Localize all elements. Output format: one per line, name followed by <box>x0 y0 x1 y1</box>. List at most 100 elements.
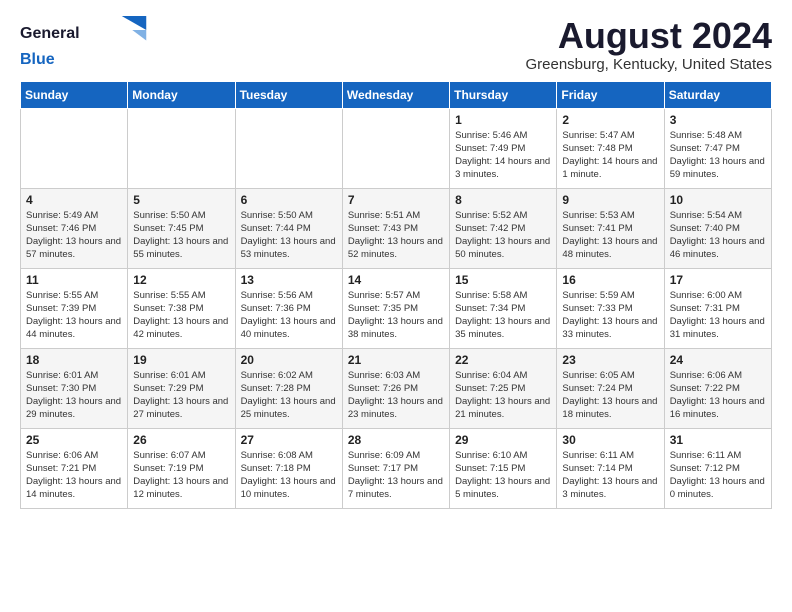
weekday-header-wednesday: Wednesday <box>342 81 449 108</box>
calendar-cell: 30 Sunrise: 6:11 AM Sunset: 7:14 PM Dayli… <box>557 428 664 508</box>
day-content: Sunrise: 6:06 AM Sunset: 7:21 PM Dayligh… <box>26 449 122 502</box>
day-content: Sunrise: 5:50 AM Sunset: 7:44 PM Dayligh… <box>241 209 337 262</box>
day-number: 22 <box>455 353 551 367</box>
calendar-table: SundayMondayTuesdayWednesdayThursdayFrid… <box>20 81 772 509</box>
calendar-cell: 9 Sunrise: 5:53 AM Sunset: 7:41 PM Daylig… <box>557 188 664 268</box>
day-number: 30 <box>562 433 658 447</box>
day-content: Sunrise: 6:01 AM Sunset: 7:30 PM Dayligh… <box>26 369 122 422</box>
calendar-cell: 1Sunrise: 5:46 AM Sunset: 7:49 PM Daylig… <box>450 108 557 188</box>
day-content: Sunrise: 5:47 AM Sunset: 7:48 PM Dayligh… <box>562 129 658 182</box>
logo-triangle-icon <box>82 16 172 51</box>
day-number: 26 <box>133 433 229 447</box>
calendar-cell: 11 Sunrise: 5:55 AM Sunset: 7:39 PM Dayli… <box>21 268 128 348</box>
day-content: Sunrise: 5:46 AM Sunset: 7:49 PM Dayligh… <box>455 129 551 182</box>
calendar-header: SundayMondayTuesdayWednesdayThursdayFrid… <box>21 81 772 108</box>
calendar-cell: 16 Sunrise: 5:59 AM Sunset: 7:33 PM Dayli… <box>557 268 664 348</box>
weekday-header-monday: Monday <box>128 81 235 108</box>
day-number: 25 <box>26 433 122 447</box>
calendar-cell: 18 Sunrise: 6:01 AM Sunset: 7:30 PM Dayli… <box>21 348 128 428</box>
day-number: 19 <box>133 353 229 367</box>
day-content: Sunrise: 5:57 AM Sunset: 7:35 PM Dayligh… <box>348 289 444 342</box>
calendar-cell: 12 Sunrise: 5:55 AM Sunset: 7:38 PM Dayli… <box>128 268 235 348</box>
day-content: Sunrise: 5:55 AM Sunset: 7:38 PM Dayligh… <box>133 289 229 342</box>
day-number: 21 <box>348 353 444 367</box>
day-content: Sunrise: 6:09 AM Sunset: 7:17 PM Dayligh… <box>348 449 444 502</box>
logo: General Blue <box>20 16 172 69</box>
weekday-header-sunday: Sunday <box>21 81 128 108</box>
calendar-cell: 29Sunrise: 6:10 AM Sunset: 7:15 PM Dayli… <box>450 428 557 508</box>
weekday-header-saturday: Saturday <box>664 81 771 108</box>
calendar-cell: 10 Sunrise: 5:54 AM Sunset: 7:40 PM Dayli… <box>664 188 771 268</box>
day-content: Sunrise: 6:00 AM Sunset: 7:31 PM Dayligh… <box>670 289 766 342</box>
calendar-week-row: 25 Sunrise: 6:06 AM Sunset: 7:21 PM Dayli… <box>21 428 772 508</box>
day-number: 28 <box>348 433 444 447</box>
day-content: Sunrise: 6:11 AM Sunset: 7:14 PM Dayligh… <box>562 449 658 502</box>
day-content: Sunrise: 6:06 AM Sunset: 7:22 PM Dayligh… <box>670 369 766 422</box>
day-number: 24 <box>670 353 766 367</box>
calendar-cell: 20Sunrise: 6:02 AM Sunset: 7:28 PM Dayli… <box>235 348 342 428</box>
header: General Blue August 2024 Greensburg, Ken… <box>20 16 772 73</box>
calendar-cell: 31Sunrise: 6:11 AM Sunset: 7:12 PM Dayli… <box>664 428 771 508</box>
day-number: 23 <box>562 353 658 367</box>
calendar-cell: 14 Sunrise: 5:57 AM Sunset: 7:35 PM Dayli… <box>342 268 449 348</box>
day-content: Sunrise: 5:52 AM Sunset: 7:42 PM Dayligh… <box>455 209 551 262</box>
calendar-week-row: 18 Sunrise: 6:01 AM Sunset: 7:30 PM Dayli… <box>21 348 772 428</box>
day-number: 14 <box>348 273 444 287</box>
calendar-cell: 21Sunrise: 6:03 AM Sunset: 7:26 PM Dayli… <box>342 348 449 428</box>
day-number: 16 <box>562 273 658 287</box>
calendar-body: 1Sunrise: 5:46 AM Sunset: 7:49 PM Daylig… <box>21 108 772 508</box>
calendar-cell: 27Sunrise: 6:08 AM Sunset: 7:18 PM Dayli… <box>235 428 342 508</box>
day-number: 11 <box>26 273 122 287</box>
day-content: Sunrise: 5:53 AM Sunset: 7:41 PM Dayligh… <box>562 209 658 262</box>
day-content: Sunrise: 6:05 AM Sunset: 7:24 PM Dayligh… <box>562 369 658 422</box>
day-content: Sunrise: 5:58 AM Sunset: 7:34 PM Dayligh… <box>455 289 551 342</box>
day-content: Sunrise: 6:08 AM Sunset: 7:18 PM Dayligh… <box>241 449 337 502</box>
day-number: 18 <box>26 353 122 367</box>
calendar-cell <box>21 108 128 188</box>
location-subtitle: Greensburg, Kentucky, United States <box>525 56 772 73</box>
calendar-week-row: 1Sunrise: 5:46 AM Sunset: 7:49 PM Daylig… <box>21 108 772 188</box>
weekday-header-row: SundayMondayTuesdayWednesdayThursdayFrid… <box>21 81 772 108</box>
day-number: 8 <box>455 193 551 207</box>
day-number: 12 <box>133 273 229 287</box>
calendar-cell <box>128 108 235 188</box>
weekday-header-friday: Friday <box>557 81 664 108</box>
logo-blue-text: Blue <box>20 51 172 69</box>
day-content: Sunrise: 5:56 AM Sunset: 7:36 PM Dayligh… <box>241 289 337 342</box>
logo-general-text: General <box>20 25 80 43</box>
day-number: 5 <box>133 193 229 207</box>
weekday-header-thursday: Thursday <box>450 81 557 108</box>
calendar-cell: 17Sunrise: 6:00 AM Sunset: 7:31 PM Dayli… <box>664 268 771 348</box>
calendar-week-row: 11 Sunrise: 5:55 AM Sunset: 7:39 PM Dayli… <box>21 268 772 348</box>
day-content: Sunrise: 6:11 AM Sunset: 7:12 PM Dayligh… <box>670 449 766 502</box>
day-number: 7 <box>348 193 444 207</box>
day-content: Sunrise: 5:54 AM Sunset: 7:40 PM Dayligh… <box>670 209 766 262</box>
calendar-cell: 4Sunrise: 5:49 AM Sunset: 7:46 PM Daylig… <box>21 188 128 268</box>
calendar-cell: 7 Sunrise: 5:51 AM Sunset: 7:43 PM Daylig… <box>342 188 449 268</box>
month-year-title: August 2024 <box>525 16 772 56</box>
calendar-cell <box>235 108 342 188</box>
day-content: Sunrise: 6:04 AM Sunset: 7:25 PM Dayligh… <box>455 369 551 422</box>
day-content: Sunrise: 5:55 AM Sunset: 7:39 PM Dayligh… <box>26 289 122 342</box>
weekday-header-tuesday: Tuesday <box>235 81 342 108</box>
day-number: 2 <box>562 113 658 127</box>
day-number: 6 <box>241 193 337 207</box>
day-number: 29 <box>455 433 551 447</box>
day-content: Sunrise: 5:59 AM Sunset: 7:33 PM Dayligh… <box>562 289 658 342</box>
calendar-cell: 5Sunrise: 5:50 AM Sunset: 7:45 PM Daylig… <box>128 188 235 268</box>
calendar-cell: 26 Sunrise: 6:07 AM Sunset: 7:19 PM Dayli… <box>128 428 235 508</box>
day-number: 9 <box>562 193 658 207</box>
calendar-cell <box>342 108 449 188</box>
day-content: Sunrise: 6:07 AM Sunset: 7:19 PM Dayligh… <box>133 449 229 502</box>
calendar-cell: 3Sunrise: 5:48 AM Sunset: 7:47 PM Daylig… <box>664 108 771 188</box>
calendar-cell: 28 Sunrise: 6:09 AM Sunset: 7:17 PM Dayli… <box>342 428 449 508</box>
day-number: 10 <box>670 193 766 207</box>
calendar-cell: 2 Sunrise: 5:47 AM Sunset: 7:48 PM Daylig… <box>557 108 664 188</box>
title-area: August 2024 Greensburg, Kentucky, United… <box>525 16 772 73</box>
day-content: Sunrise: 5:51 AM Sunset: 7:43 PM Dayligh… <box>348 209 444 262</box>
calendar-cell: 24 Sunrise: 6:06 AM Sunset: 7:22 PM Dayli… <box>664 348 771 428</box>
calendar-cell: 22 Sunrise: 6:04 AM Sunset: 7:25 PM Dayli… <box>450 348 557 428</box>
day-number: 20 <box>241 353 337 367</box>
day-number: 4 <box>26 193 122 207</box>
calendar-cell: 15Sunrise: 5:58 AM Sunset: 7:34 PM Dayli… <box>450 268 557 348</box>
